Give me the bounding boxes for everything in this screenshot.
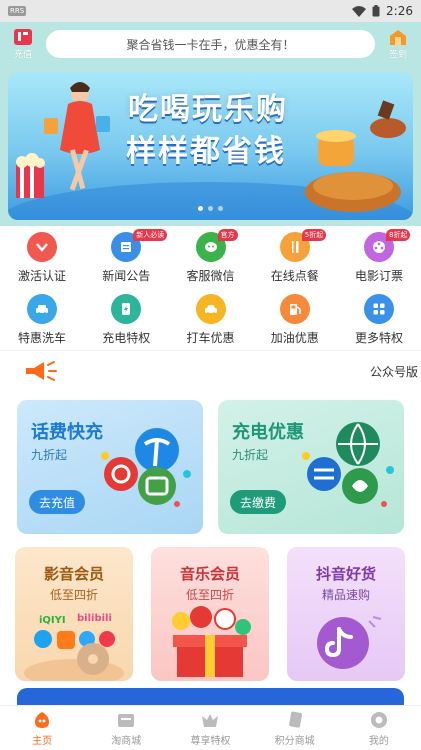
charging-card[interactable]: 充电优惠 九折起 去缴费 — [218, 400, 404, 534]
card-subtitle: 九折起 — [232, 448, 269, 462]
recharge-icon — [14, 29, 32, 45]
checkin-button[interactable]: 签到 — [383, 28, 413, 60]
feature-grid: 激活认证 新人必读 新闻公告 官方 客服微信 5折起 在线点餐 8折起 电影订票… — [0, 228, 421, 352]
feature-fuel[interactable]: 加油优惠 — [260, 290, 330, 352]
tab-points[interactable]: 积分商城 — [253, 710, 337, 747]
checkin-icon — [390, 30, 406, 45]
banner-dot[interactable] — [198, 206, 203, 211]
wifi-icon — [352, 5, 367, 17]
tab-label: 积分商城 — [274, 735, 315, 747]
svg-text:bilibili: bilibili — [77, 613, 112, 624]
status-bar: RRS 2:26 — [0, 0, 421, 22]
notice-text: 公众号版 — [370, 364, 419, 379]
more-icon — [364, 294, 394, 324]
feature-label: 新闻公告 — [102, 269, 151, 283]
points-icon — [288, 711, 302, 728]
feature-label: 更多特权 — [354, 331, 403, 345]
svg-text:iQIYI: iQIYI — [39, 615, 66, 626]
banner-dot[interactable] — [218, 206, 223, 211]
tab-home[interactable]: 主页 — [0, 710, 84, 747]
feature-food[interactable]: 5折起 在线点餐 — [260, 228, 330, 290]
card-title: 话费快充 — [31, 422, 103, 443]
carwash-icon — [27, 294, 57, 324]
feature-badge: 5折起 — [301, 229, 327, 241]
tab-profile[interactable]: 我的 — [337, 710, 421, 747]
video-membership-card[interactable]: 影音会员 低至四折 iQIYI bilibili — [15, 547, 133, 681]
music-membership-card[interactable]: 音乐会员 低至四折 — [151, 547, 269, 681]
douyin-illustration — [317, 616, 382, 669]
notice-bar[interactable]: 公众号版 — [0, 354, 421, 388]
card-subtitle: 九折起 — [31, 448, 68, 462]
profile-icon — [370, 711, 387, 728]
tab-label: 尊享特权 — [190, 735, 231, 747]
go-topup-button[interactable]: 去充值 — [29, 490, 86, 514]
app-root: RRS 2:26 充值 聚合省钱一卡在手，优惠全有！ 签到 吃喝玩乐购 样样都省… — [0, 0, 421, 750]
megaphone-icon — [26, 361, 57, 381]
charge-icon — [111, 294, 142, 324]
tab-label: 我的 — [368, 735, 389, 747]
feature-taxi[interactable]: 打车优惠 — [176, 290, 246, 352]
header-bar: 充值 聚合省钱一卡在手，优惠全有！ 签到 — [0, 22, 421, 66]
feature-label: 激活认证 — [17, 269, 66, 283]
feature-more[interactable]: 更多特权 — [344, 290, 414, 352]
home-icon — [35, 711, 50, 728]
feature-label: 特惠洗车 — [17, 331, 66, 345]
feature-label: 充电特权 — [102, 331, 151, 345]
phone-topup-card[interactable]: 话费快充 九折起 去充值 — [17, 400, 203, 534]
recharge-button[interactable]: 充值 — [8, 28, 38, 60]
tab-label: 淘商城 — [111, 735, 142, 747]
battery-icon — [372, 5, 380, 17]
feature-badge: 8折起 — [386, 229, 411, 241]
taxi-icon — [195, 294, 226, 324]
search-placeholder: 聚合省钱一卡在手，优惠全有！ — [126, 37, 295, 52]
feature-label: 打车优惠 — [186, 331, 235, 345]
banner-area: 吃喝玩乐购 样样都省钱 — [0, 66, 421, 226]
feature-movie[interactable]: 8折起 电影订票 — [344, 228, 414, 290]
tab-shop[interactable]: 淘商城 — [84, 710, 168, 747]
feature-badge: 新人必读 — [133, 229, 168, 241]
feature-charge[interactable]: 充电特权 — [91, 290, 161, 352]
shop-icon — [118, 713, 135, 727]
search-bar[interactable]: 聚合省钱一卡在手，优惠全有！ — [46, 30, 375, 58]
tab-label: 主页 — [32, 735, 53, 747]
feature-label: 客服微信 — [186, 269, 235, 283]
app-notification-icon: RRS — [8, 6, 27, 16]
feature-badge: 官方 — [217, 229, 238, 241]
banner-pagination — [198, 206, 223, 211]
feature-grid-row: 特惠洗车 充电特权 打车优惠 加油优惠 更多特权 — [0, 290, 421, 352]
banner-subtitle: 样样都省钱 — [126, 134, 286, 169]
tab-privilege[interactable]: 尊享特权 — [168, 710, 252, 747]
feature-label: 电影订票 — [354, 269, 403, 283]
recharge-label: 充值 — [13, 50, 32, 60]
fuel-icon — [279, 294, 310, 324]
feature-activate[interactable]: 激活认证 — [7, 228, 77, 290]
section-divider — [0, 350, 421, 351]
feature-wechat[interactable]: 官方 客服微信 — [176, 228, 246, 290]
feature-news[interactable]: 新人必读 新闻公告 — [91, 228, 168, 290]
feature-label: 加油优惠 — [270, 331, 319, 345]
go-pay-button[interactable]: 去缴费 — [230, 490, 287, 514]
music-gift-illustration — [172, 606, 251, 677]
banner-title: 吃喝玩乐购 — [128, 92, 288, 127]
feature-carwash[interactable]: 特惠洗车 — [7, 290, 77, 352]
checkin-label: 签到 — [388, 50, 407, 60]
privilege-icon — [202, 713, 219, 727]
video-apps-illustration: iQIYI bilibili — [24, 613, 124, 681]
banner-dot[interactable] — [208, 206, 213, 211]
activate-icon — [27, 232, 57, 262]
douyin-goods-card[interactable]: 抖音好货 精品速购 — [287, 547, 405, 681]
promo-banner[interactable]: 吃喝玩乐购 样样都省钱 — [8, 72, 413, 220]
feature-label: 在线点餐 — [270, 269, 319, 283]
feature-grid-row: 激活认证 新人必读 新闻公告 官方 客服微信 5折起 在线点餐 8折起 电影订票 — [0, 228, 421, 290]
card-title: 充电优惠 — [232, 422, 304, 443]
bottom-tab-bar: 主页 淘商城 尊享特权 积分商城 我的 — [0, 705, 421, 750]
status-time: 2:26 — [386, 4, 413, 18]
